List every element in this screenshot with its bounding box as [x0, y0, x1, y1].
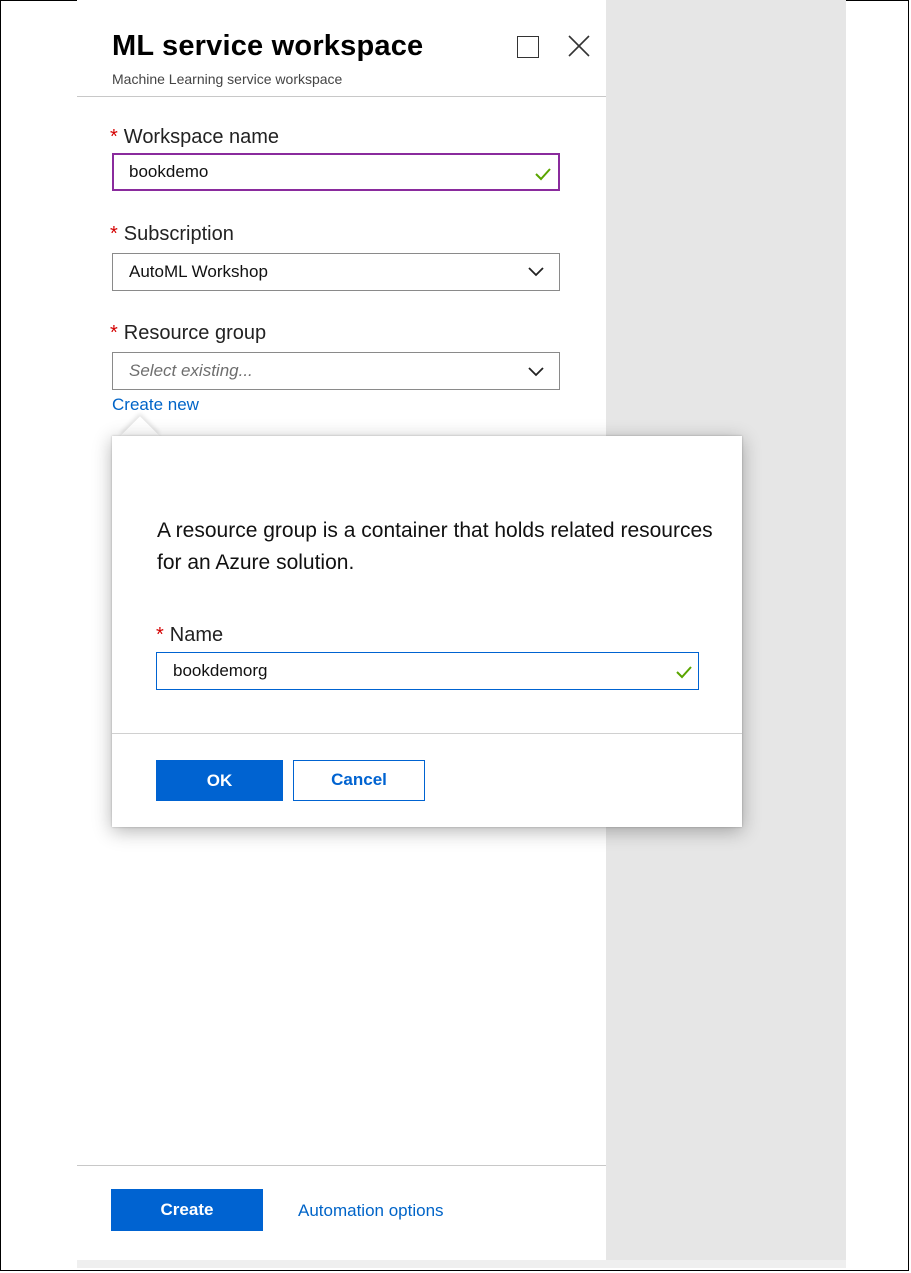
check-icon — [535, 168, 551, 181]
subscription-label: * Subscription — [110, 223, 234, 246]
popup-divider — [112, 733, 742, 734]
required-marker: * — [110, 322, 118, 344]
popup-description: A resource group is a container that hol… — [157, 519, 713, 574]
create-new-link[interactable]: Create new — [112, 395, 199, 415]
name-label: * Name — [156, 624, 223, 647]
resource-group-label-text: Resource group — [123, 322, 267, 344]
chevron-down-icon[interactable] — [527, 366, 545, 378]
check-icon — [676, 666, 692, 679]
header-divider — [77, 96, 606, 97]
bottom-strip — [77, 1260, 846, 1268]
resource-group-name-value: bookdemorg — [173, 661, 268, 680]
footer-divider — [77, 1165, 606, 1166]
maximize-icon[interactable] — [517, 36, 539, 58]
required-marker: * — [110, 126, 118, 148]
resource-group-select[interactable]: Select existing... — [112, 352, 560, 390]
required-marker: * — [156, 624, 164, 646]
required-marker: * — [110, 223, 118, 245]
blade-title: ML service workspace — [112, 30, 424, 62]
automation-options-link[interactable]: Automation options — [298, 1201, 444, 1221]
workspace-name-value: bookdemo — [129, 162, 209, 181]
cancel-button[interactable]: Cancel — [293, 760, 425, 801]
resource-group-placeholder: Select existing... — [129, 361, 253, 380]
workspace-name-label: * Workspace name — [110, 126, 279, 149]
name-label-text: Name — [169, 624, 224, 646]
blade-subtitle: Machine Learning service workspace — [112, 71, 343, 87]
workspace-name-input[interactable]: bookdemo — [112, 153, 560, 191]
resource-group-label: * Resource group — [110, 322, 266, 345]
subscription-select[interactable]: AutoML Workshop — [112, 253, 560, 291]
resource-group-name-input[interactable]: bookdemorg — [156, 652, 699, 690]
workspace-name-label-text: Workspace name — [123, 126, 280, 148]
subscription-label-text: Subscription — [123, 223, 234, 245]
chevron-down-icon[interactable] — [527, 266, 545, 278]
ok-button[interactable]: OK — [156, 760, 283, 801]
create-button[interactable]: Create — [111, 1189, 263, 1231]
popup-pointer-cover — [118, 437, 164, 457]
close-icon[interactable] — [565, 32, 593, 60]
subscription-value: AutoML Workshop — [129, 262, 268, 281]
